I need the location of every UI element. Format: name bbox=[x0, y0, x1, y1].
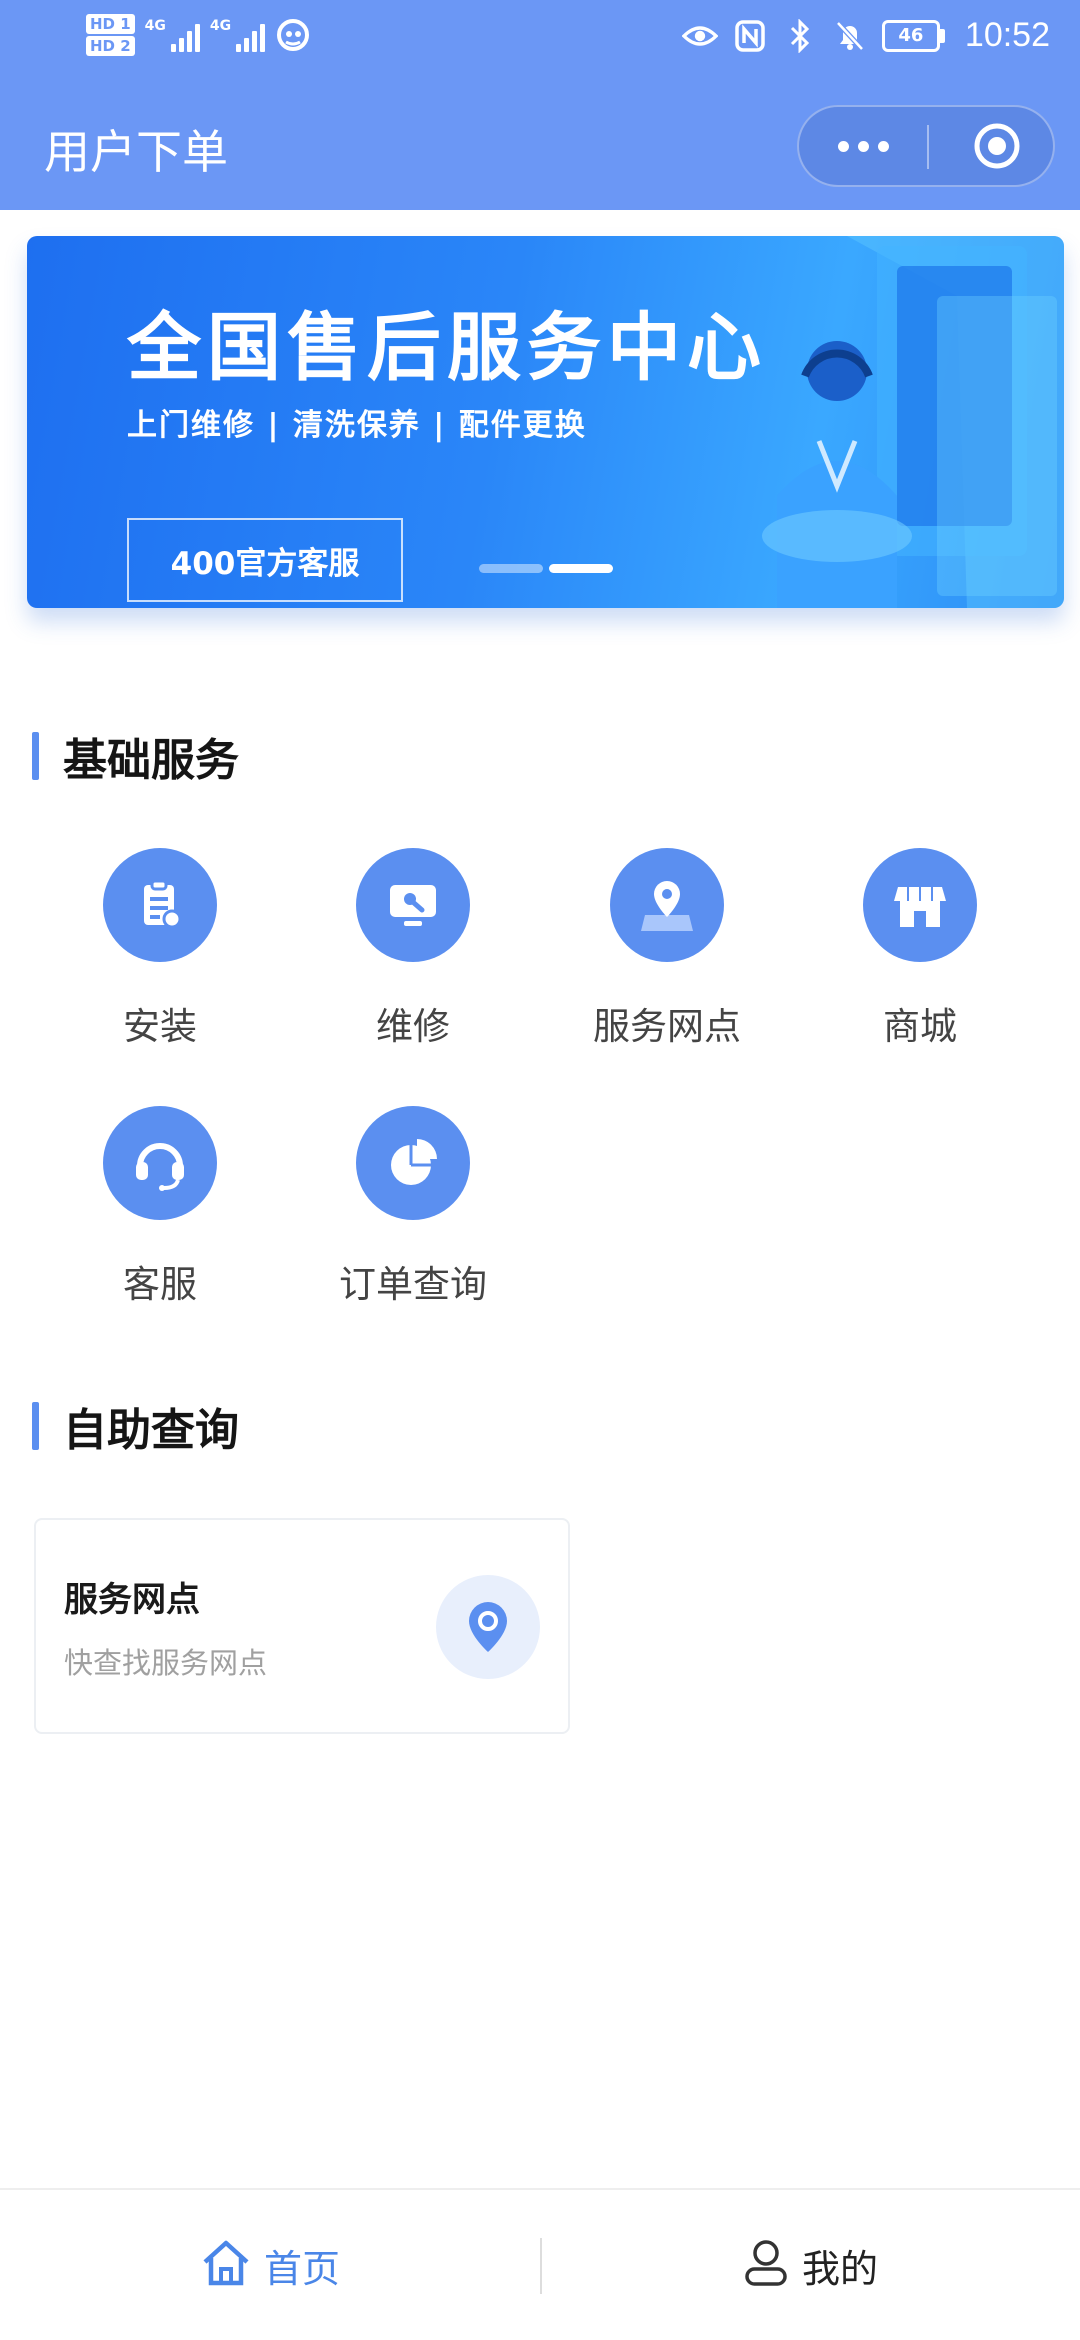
header: HD 1 HD 2 4G 4G 46 10:52 用户下单 bbox=[0, 0, 1080, 210]
service-mall[interactable]: 商城 bbox=[810, 848, 1030, 1078]
tab-home-label: 首页 bbox=[263, 2246, 340, 2291]
store-icon bbox=[863, 848, 977, 962]
network-type-2: 4G bbox=[209, 18, 232, 34]
battery-icon: 46 bbox=[881, 19, 945, 52]
hd-indicators: HD 1 HD 2 bbox=[86, 14, 135, 56]
tab-mine[interactable]: 我的 bbox=[540, 2190, 1080, 2340]
battery-level: 46 bbox=[881, 19, 940, 52]
more-dots-icon[interactable] bbox=[799, 107, 927, 185]
mini-program-capsule bbox=[797, 105, 1055, 187]
service-repair-label: 维修 bbox=[376, 1005, 450, 1048]
service-outlets-label: 服务网点 bbox=[593, 1005, 741, 1048]
clock: 10:52 bbox=[964, 16, 1050, 54]
mute-bell-icon bbox=[832, 18, 868, 54]
app-screen: HD 1 HD 2 4G 4G 46 10:52 用户下单 全国售后服务中心 上… bbox=[0, 0, 1080, 2340]
service-install[interactable]: 安装 bbox=[50, 848, 270, 1078]
pie-chart-icon bbox=[356, 1106, 470, 1220]
headset-icon bbox=[103, 1106, 217, 1220]
status-bar: HD 1 HD 2 4G 4G 46 10:52 bbox=[0, 0, 1080, 82]
service-repair[interactable]: 维修 bbox=[303, 848, 523, 1078]
signal-icon-2: 4G bbox=[209, 18, 266, 52]
bottom-tab-bar: 首页 我的 bbox=[0, 2188, 1080, 2340]
outlet-search-card[interactable]: 服务网点 快查找服务网点 bbox=[34, 1518, 570, 1734]
service-orders-label: 订单查询 bbox=[339, 1263, 487, 1306]
service-support[interactable]: 客服 bbox=[50, 1106, 270, 1336]
status-left: HD 1 HD 2 4G 4G bbox=[86, 14, 311, 56]
service-outlets[interactable]: 服务网点 bbox=[557, 848, 777, 1078]
banner-title: 全国售后服务中心 bbox=[127, 305, 767, 391]
location-pin-icon bbox=[436, 1575, 540, 1679]
banner-subtitle: 上门维修 | 清洗保养 | 配件更换 bbox=[127, 408, 587, 443]
self-query-title: 自助查询 bbox=[63, 1405, 239, 1456]
hotline-button[interactable]: 400官方客服 bbox=[127, 518, 403, 602]
service-orders[interactable]: 订单查询 bbox=[303, 1106, 523, 1336]
map-pin-icon bbox=[610, 848, 724, 962]
nfc-icon bbox=[732, 18, 768, 54]
user-icon bbox=[742, 2238, 790, 2292]
basic-services-title: 基础服务 bbox=[63, 735, 239, 786]
tab-mine-label: 我的 bbox=[801, 2246, 878, 2291]
card-subtitle: 快查找服务网点 bbox=[64, 1646, 268, 1680]
page-title: 用户下单 bbox=[44, 125, 228, 179]
network-type-1: 4G bbox=[144, 18, 166, 34]
home-icon bbox=[200, 2238, 252, 2292]
section-accent-bar bbox=[32, 1402, 39, 1450]
target-circle-icon[interactable] bbox=[939, 107, 1055, 185]
card-title: 服务网点 bbox=[64, 1580, 200, 1620]
section-accent-bar bbox=[32, 732, 39, 780]
monitor-wrench-icon bbox=[356, 848, 470, 962]
status-right: 46 10:52 bbox=[681, 16, 1050, 55]
promo-banner[interactable]: 全国售后服务中心 上门维修 | 清洗保养 | 配件更换 400官方客服 bbox=[27, 236, 1064, 608]
tab-home[interactable]: 首页 bbox=[0, 2190, 540, 2340]
clipboard-icon bbox=[103, 848, 217, 962]
service-install-label: 安装 bbox=[123, 1005, 197, 1048]
service-support-label: 客服 bbox=[123, 1263, 197, 1306]
eye-icon bbox=[681, 18, 718, 54]
service-mall-label: 商城 bbox=[883, 1005, 957, 1048]
bluetooth-icon bbox=[782, 18, 818, 54]
self-query-header: 自助查询 bbox=[32, 1394, 239, 1458]
hd2-badge: HD 2 bbox=[86, 36, 135, 56]
basic-services-header: 基础服务 bbox=[32, 724, 239, 788]
signal-icon: 4G bbox=[145, 18, 200, 52]
hd1-badge: HD 1 bbox=[86, 14, 135, 34]
app-notification-icon bbox=[275, 17, 311, 53]
carousel-indicator bbox=[479, 564, 613, 573]
capsule-divider bbox=[927, 125, 929, 169]
